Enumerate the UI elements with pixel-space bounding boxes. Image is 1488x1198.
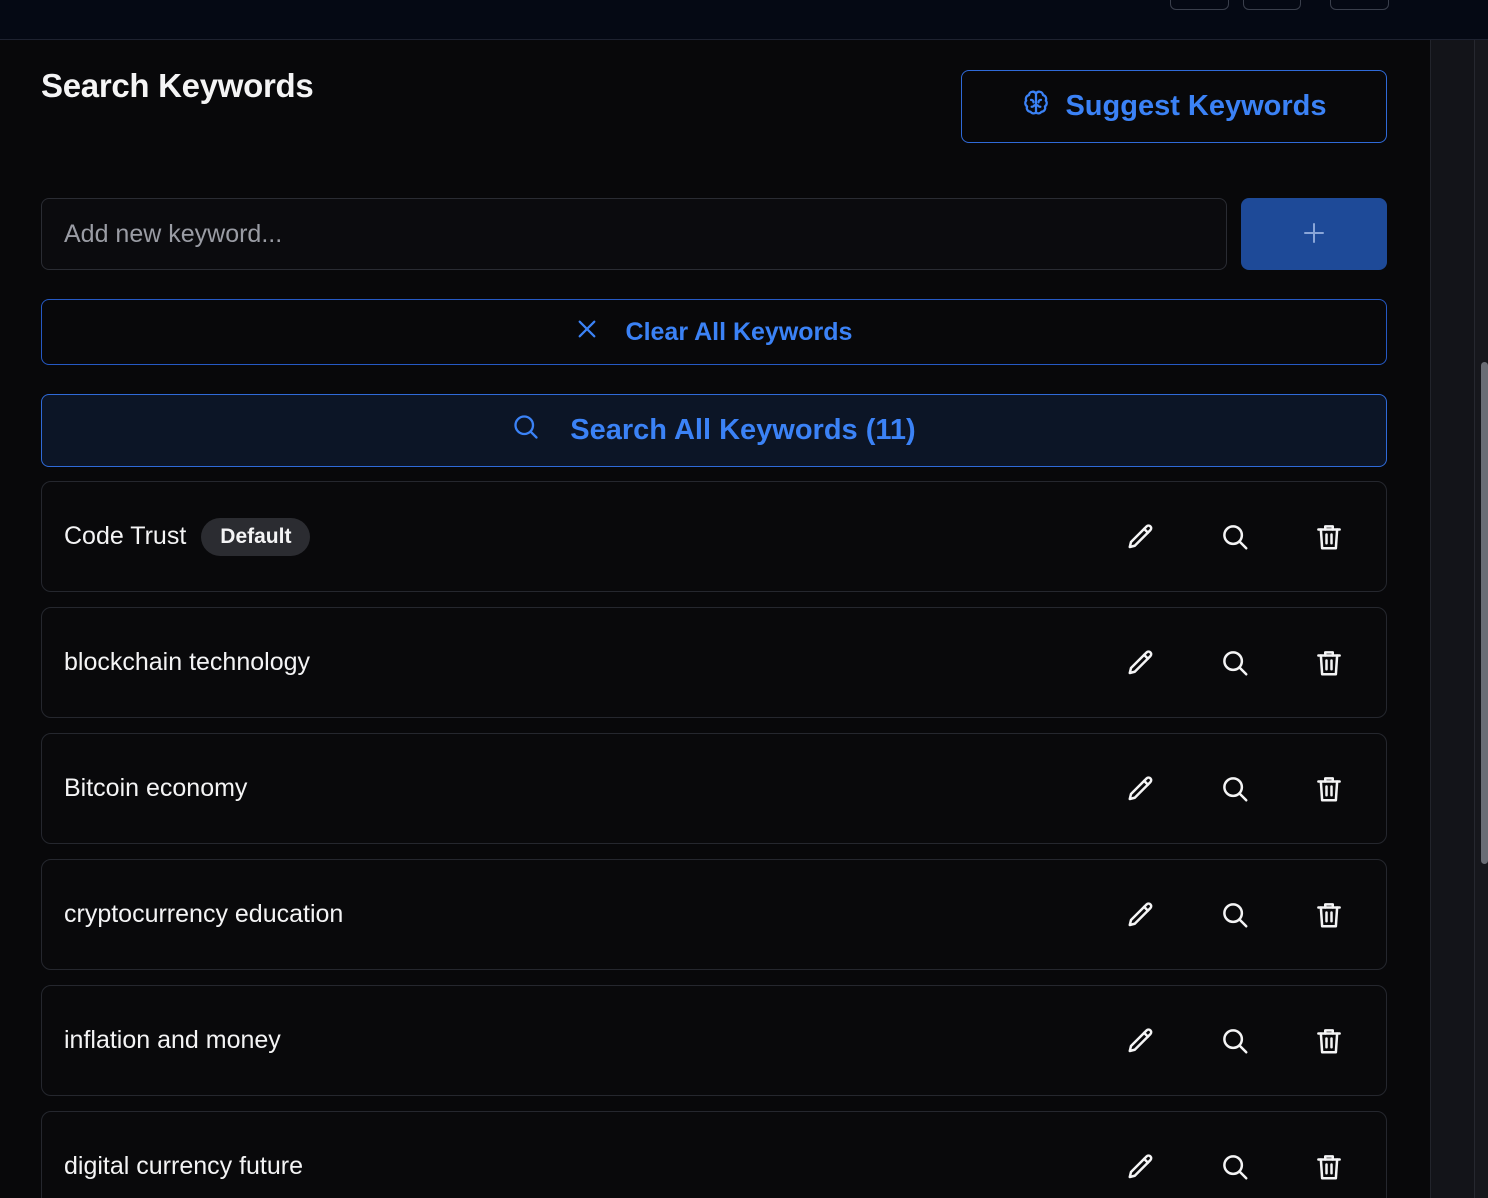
pencil-icon [1126,1026,1156,1056]
keyword-row: inflation and money [41,985,1387,1096]
keyword-label: digital currency future [64,1152,304,1180]
keyword-label: cryptocurrency education [64,900,344,928]
scrollbar-thumb[interactable] [1481,362,1488,864]
clear-all-keywords-button[interactable]: Clear All Keywords [41,299,1387,365]
pencil-icon [1126,774,1156,804]
keywords-panel: Search Keywords Suggest Keywords Add new… [0,40,1430,1198]
keyword-row: digital currency future [41,1111,1387,1198]
new-keyword-input[interactable] [41,198,1227,270]
keyword-label: Bitcoin economy [64,774,248,802]
page-title: Search Keywords [41,67,314,104]
pencil-icon [1126,1152,1156,1182]
pencil-icon [1126,648,1156,678]
clear-all-keywords-label: Clear All Keywords [625,317,853,346]
delete-keyword-button[interactable] [1312,772,1346,806]
keyword-row: cryptocurrency education [41,859,1387,970]
trash-icon [1314,522,1344,552]
search-keyword-button[interactable] [1218,520,1252,554]
search-keyword-button[interactable] [1218,772,1252,806]
top-bar-button[interactable] [1243,0,1301,10]
keyword-row: Bitcoin economy [41,733,1387,844]
search-all-keywords-button[interactable]: Search All Keywords (11) [41,394,1387,467]
search-keyword-button[interactable] [1218,1024,1252,1058]
suggest-keywords-button[interactable]: Suggest Keywords [961,70,1387,143]
edit-keyword-button[interactable] [1124,520,1158,554]
keyword-label: Code Trust [64,522,187,550]
add-keyword-button[interactable] [1241,198,1387,270]
brain-icon [1021,88,1051,126]
trash-icon [1314,1026,1344,1056]
suggest-keywords-label: Suggest Keywords [1065,90,1327,122]
trash-icon [1314,774,1344,804]
keyword-actions [1124,482,1346,591]
keyword-actions [1124,1112,1346,1198]
search-icon [1220,1026,1250,1056]
top-bar [0,0,1488,40]
trash-icon [1314,648,1344,678]
keyword-label: inflation and money [64,1026,281,1054]
close-icon [576,318,598,347]
plus-icon [1302,221,1326,248]
search-icon [512,413,540,449]
search-icon [1220,648,1250,678]
pencil-icon [1126,522,1156,552]
keyword-actions [1124,986,1346,1095]
default-badge: Default [201,517,311,556]
keyword-row: Code Trust Default [41,481,1387,592]
search-keyword-button[interactable] [1218,646,1252,680]
delete-keyword-button[interactable] [1312,646,1346,680]
search-all-keywords-label: Search All Keywords (11) [570,414,916,446]
search-keyword-button[interactable] [1218,1150,1252,1184]
search-icon [1220,900,1250,930]
edit-keyword-button[interactable] [1124,1024,1158,1058]
edit-keyword-button[interactable] [1124,1150,1158,1184]
pencil-icon [1126,900,1156,930]
delete-keyword-button[interactable] [1312,1024,1346,1058]
keyword-row: blockchain technology [41,607,1387,718]
top-bar-button[interactable] [1170,0,1229,10]
edit-keyword-button[interactable] [1124,772,1158,806]
keyword-list: Code Trust Default blockchain technology Bi… [41,481,1387,1198]
trash-icon [1314,1152,1344,1182]
edit-keyword-button[interactable] [1124,646,1158,680]
trash-icon [1314,900,1344,930]
keyword-label: blockchain technology [64,648,310,676]
search-icon [1220,1152,1250,1182]
keyword-actions [1124,608,1346,717]
delete-keyword-button[interactable] [1312,1150,1346,1184]
top-bar-button[interactable] [1330,0,1389,10]
edit-keyword-button[interactable] [1124,898,1158,932]
delete-keyword-button[interactable] [1312,898,1346,932]
search-keyword-button[interactable] [1218,898,1252,932]
keyword-actions [1124,860,1346,969]
keyword-actions [1124,734,1346,843]
search-icon [1220,522,1250,552]
delete-keyword-button[interactable] [1312,520,1346,554]
search-icon [1220,774,1250,804]
